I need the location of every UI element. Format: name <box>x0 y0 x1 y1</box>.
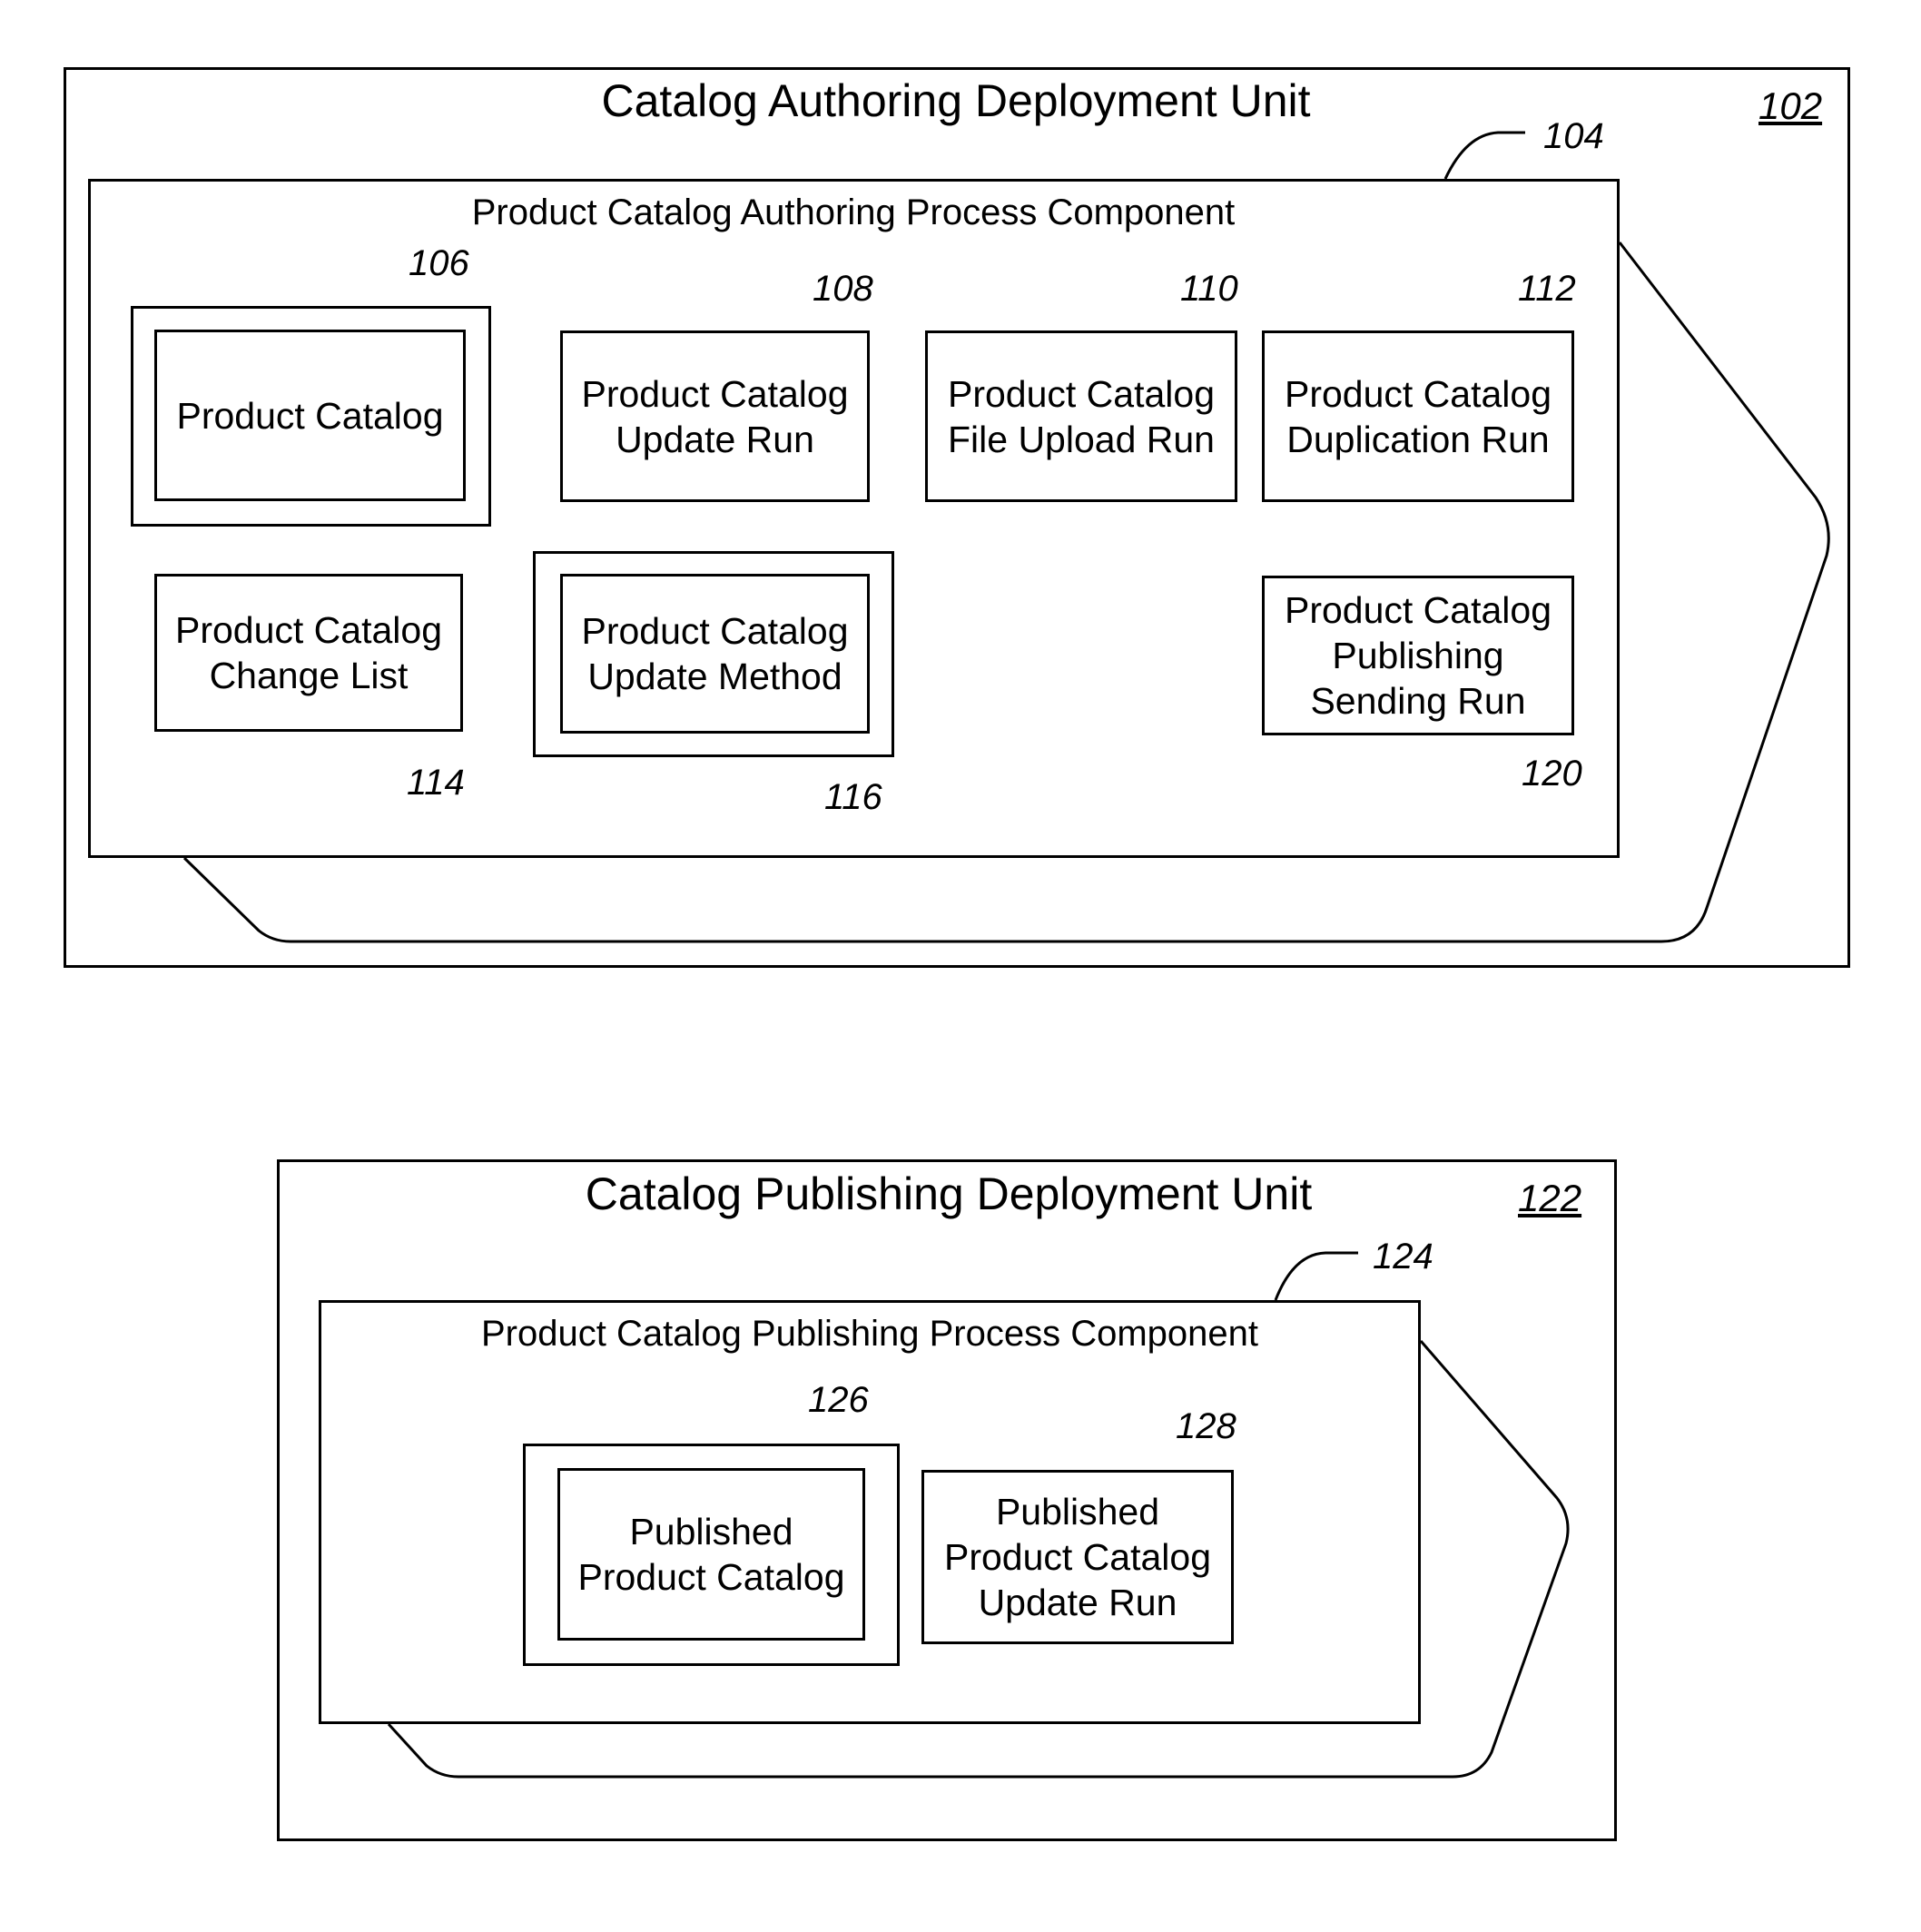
reference-number: 128 <box>1176 1406 1236 1446</box>
process-component-title: Product Catalog Authoring Process Compon… <box>471 192 1236 232</box>
reference-number: 102 <box>1758 84 1823 127</box>
business-object-product-catalog: Product Catalog <box>154 330 466 501</box>
reference-number: 104 <box>1543 116 1604 156</box>
reference-number: 116 <box>824 777 882 817</box>
reference-number: 122 <box>1518 1177 1582 1219</box>
process-published-update-run: Published Product Catalog Update Run <box>921 1470 1234 1644</box>
deployment-unit-title: Catalog Publishing Deployment Unit <box>585 1168 1313 1219</box>
reference-number: 108 <box>813 269 873 309</box>
business-object-update-method: Product Catalog Update Method <box>560 574 870 734</box>
reference-number: 110 <box>1180 269 1238 309</box>
business-object-published-product-catalog: Published Product Catalog <box>557 1468 865 1641</box>
reference-number: 124 <box>1373 1237 1433 1276</box>
process-publishing-sending-run: Product Catalog Publishing Sending Run <box>1262 576 1574 735</box>
reference-number: 112 <box>1518 269 1576 309</box>
process-update-run: Product Catalog Update Run <box>560 330 870 502</box>
process-duplication-run: Product Catalog Duplication Run <box>1262 330 1574 502</box>
reference-number: 126 <box>808 1380 869 1420</box>
process-component-title: Product Catalog Publishing Process Compo… <box>480 1314 1259 1354</box>
reference-number: 106 <box>409 243 469 283</box>
reference-number: 120 <box>1522 754 1582 794</box>
deployment-unit-title: Catalog Authoring Deployment Unit <box>601 75 1311 126</box>
reference-number: 114 <box>407 763 465 803</box>
dependent-object-change-list: Product Catalog Change List <box>154 574 463 732</box>
process-file-upload-run: Product Catalog File Upload Run <box>925 330 1237 502</box>
